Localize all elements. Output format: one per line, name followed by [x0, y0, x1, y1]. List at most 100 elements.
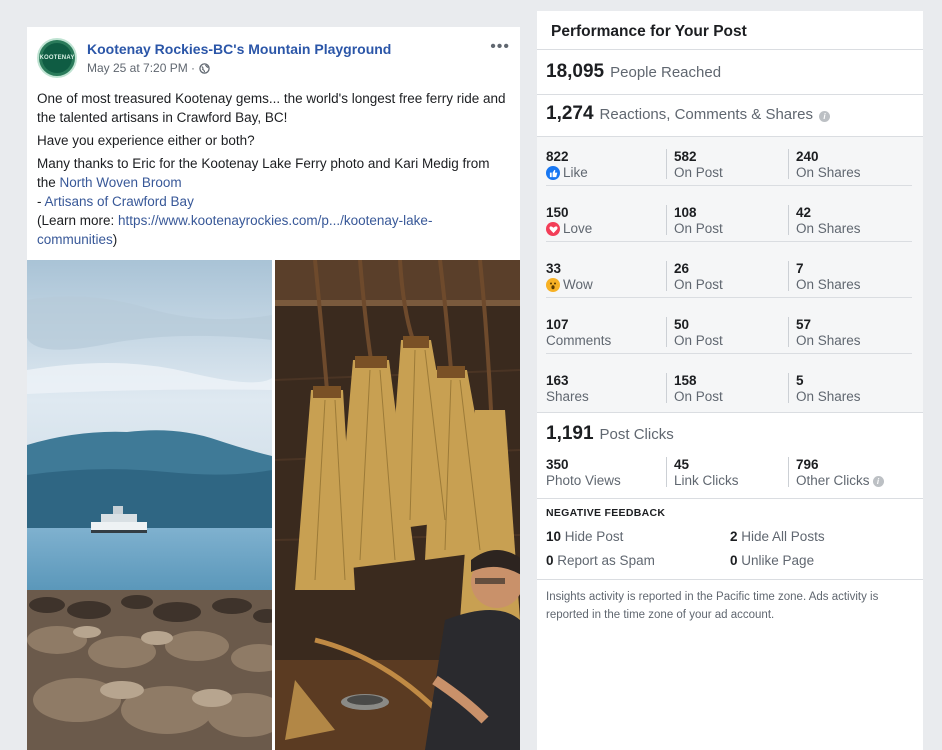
on-shares-count: 7	[796, 261, 804, 276]
photo-views-label: Photo Views	[546, 473, 621, 488]
on-post-count: 158	[674, 373, 697, 388]
on-post-count: 26	[674, 261, 690, 276]
broom-maker-photo[interactable]	[275, 260, 520, 750]
table-row: 163 Shares 158 On Post 5 On Shares	[546, 364, 912, 410]
love-count: 150	[546, 205, 569, 220]
on-post-cell: 50 On Post	[666, 317, 723, 348]
on-post-label: On Post	[674, 221, 723, 236]
engagement-total: 1,274 Reactions, Comments & Shares i	[546, 103, 830, 125]
love-icon	[546, 222, 560, 236]
on-shares-label: On Shares	[796, 333, 861, 348]
post-date[interactable]: May 25 at 7:20 PM ·	[87, 61, 195, 75]
comments-count: 107	[546, 317, 569, 332]
on-shares-cell: 5 On Shares	[788, 373, 861, 404]
on-shares-label: On Shares	[796, 389, 861, 404]
post-clicks-label: Post Clicks	[599, 426, 674, 443]
comments-cell: 107 Comments	[546, 317, 611, 349]
avatar-logo: KOOTENAY	[39, 43, 74, 73]
negative-feedback-title: NEGATIVE FEEDBACK	[546, 507, 666, 519]
engagement-label: Reactions, Comments & Shares	[599, 106, 813, 123]
on-post-count: 50	[674, 317, 690, 332]
people-reached-label: People Reached	[610, 64, 722, 81]
on-post-label: On Post	[674, 333, 723, 348]
other-clicks-label: Other Clicks	[796, 473, 870, 488]
hide-post-stat: 10 Hide Post	[546, 529, 623, 544]
table-row: 33 Wow 26 On Post 7 On Shares	[546, 252, 912, 298]
other-clicks-count: 796	[796, 457, 819, 472]
link-clicks-label: Link Clicks	[674, 473, 739, 488]
wow-icon	[546, 278, 560, 292]
on-shares-cell: 7 On Shares	[788, 261, 861, 292]
photo-views-count: 350	[546, 457, 569, 472]
post-text-line: Have you experience either or both?	[37, 133, 255, 148]
north-woven-broom-link[interactable]: North Woven Broom	[60, 175, 182, 190]
on-post-cell: 582 On Post	[666, 149, 723, 180]
other-clicks-cell: 796 Other Clicks i	[788, 457, 884, 489]
clicks-breakdown: 350 Photo Views 45 Link Clicks 796 Other…	[546, 453, 912, 493]
post-clicks-count: 1,191	[546, 423, 594, 444]
on-post-label: On Post	[674, 277, 723, 292]
divider	[537, 49, 923, 50]
learn-more-suffix: )	[112, 232, 118, 247]
on-shares-count: 57	[796, 317, 812, 332]
photo-views-cell: 350 Photo Views	[546, 457, 621, 489]
report-spam-label: Report as Spam	[557, 553, 655, 568]
divider	[537, 579, 923, 580]
hide-post-label: Hide Post	[564, 529, 624, 544]
like-label: Like	[563, 165, 588, 180]
on-shares-label: On Shares	[796, 221, 861, 236]
like-cell: 822 Like	[546, 149, 588, 181]
hide-all-posts-label: Hide All Posts	[741, 529, 825, 544]
comments-label: Comments	[546, 333, 612, 348]
on-shares-label: On Shares	[796, 165, 861, 180]
on-post-label: On Post	[674, 165, 723, 180]
shares-label: Shares	[546, 389, 589, 404]
table-row: 822 Like 582 On Post 240 On Shares	[546, 140, 912, 186]
on-post-cell: 108 On Post	[666, 205, 723, 236]
more-options-icon[interactable]: •••	[490, 39, 510, 55]
shares-cell: 163 Shares	[546, 373, 589, 405]
on-shares-cell: 240 On Shares	[788, 149, 861, 180]
post-card: KOOTENAY Kootenay Rockies-BC's Mountain …	[27, 27, 520, 750]
learn-more-text: (Learn more:	[37, 213, 119, 228]
like-count: 822	[546, 149, 569, 164]
shares-count: 163	[546, 373, 569, 388]
like-icon	[546, 166, 560, 180]
page-name-link[interactable]: Kootenay Rockies-BC's Mountain Playgroun…	[87, 41, 391, 57]
panel-title: Performance for Your Post	[551, 23, 747, 40]
post-photos	[27, 260, 520, 750]
love-cell: 150 Love	[546, 205, 592, 237]
divider	[537, 94, 923, 95]
link-clicks-cell: 45 Link Clicks	[666, 457, 739, 488]
divider	[537, 498, 923, 499]
post-text-credits: Many thanks to Eric for the Kootenay Lak…	[37, 154, 507, 249]
engagement-count: 1,274	[546, 103, 594, 124]
hide-all-posts-count: 2	[730, 529, 738, 544]
unlike-page-count: 0	[730, 553, 738, 568]
like-label-wrap: Like	[546, 165, 588, 181]
ferry-photo[interactable]	[27, 260, 272, 750]
unlike-page-label: Unlike Page	[741, 553, 815, 568]
info-icon[interactable]: i	[818, 111, 830, 122]
artisans-link[interactable]: Artisans of Crawford Bay	[45, 194, 194, 209]
post-meta: May 25 at 7:20 PM ·	[87, 61, 210, 75]
on-shares-cell: 42 On Shares	[788, 205, 861, 236]
page-avatar[interactable]: KOOTENAY	[37, 38, 77, 78]
report-spam-count: 0	[546, 553, 554, 568]
other-clicks-label-wrap: Other Clicks i	[796, 473, 884, 489]
wow-count: 33	[546, 261, 562, 276]
on-shares-count: 240	[796, 149, 819, 164]
link-clicks-count: 45	[674, 457, 690, 472]
post-clicks: 1,191 Post Clicks	[546, 423, 674, 445]
post-header: KOOTENAY Kootenay Rockies-BC's Mountain …	[27, 27, 520, 85]
on-post-label: On Post	[674, 389, 723, 404]
timezone-footnote: Insights activity is reported in the Pac…	[546, 591, 879, 621]
on-post-count: 582	[674, 149, 697, 164]
on-shares-cell: 57 On Shares	[788, 317, 861, 348]
performance-panel: Performance for Your Post 18,095 People …	[537, 11, 923, 750]
post-text-line: One of most treasured Kootenay gems... t…	[37, 91, 506, 125]
on-post-count: 108	[674, 205, 697, 220]
wow-label: Wow	[563, 277, 593, 292]
dash-text: -	[37, 194, 45, 209]
info-icon[interactable]: i	[872, 475, 884, 487]
